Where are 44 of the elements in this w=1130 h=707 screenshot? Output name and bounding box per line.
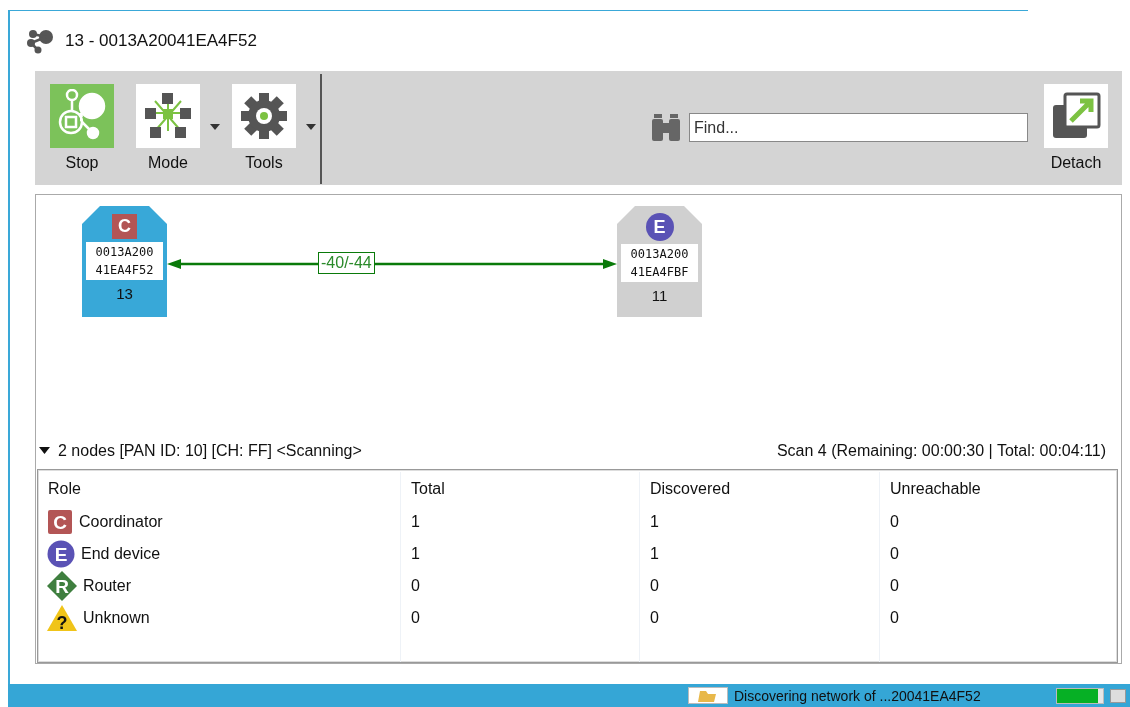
table-cell: 1 — [400, 538, 639, 571]
table-cell: 0 — [400, 570, 639, 603]
table-cell: 1 — [400, 506, 639, 539]
coordinator-icon: C — [112, 214, 137, 239]
table-cell: 0 — [879, 602, 1117, 635]
table-cell: 0 — [400, 602, 639, 635]
coordinator-icon: C — [47, 509, 73, 536]
network-node[interactable]: E 0013A200 41EA4FBF 11 — [617, 206, 702, 317]
window-title: 13 - 0013A20041EA4F52 — [65, 31, 257, 51]
caret-icon[interactable] — [210, 124, 220, 130]
node-id: 13 — [116, 285, 133, 302]
network-icon — [25, 28, 55, 54]
node-address: 0013A200 41EA4FBF — [621, 244, 698, 282]
status-message: Discovering network of ...20041EA4F52 — [734, 687, 982, 704]
table-cell: 0 — [639, 602, 879, 635]
column-header: Total — [400, 472, 639, 507]
scan-status: Scan 4 (Remaining: 00:00:30 | Total: 00:04:11) — [776, 441, 1106, 460]
end-device-icon: E — [645, 213, 674, 241]
role-name: Router — [83, 577, 132, 596]
column-header: Role — [47, 479, 82, 500]
node-id: 11 — [651, 287, 668, 304]
link-label: -40/-44 — [318, 252, 375, 274]
role-name: Coordinator — [79, 513, 163, 532]
router-icon: R — [47, 571, 77, 602]
role-name: End device — [81, 545, 161, 564]
column-header: Unreachable — [879, 472, 1117, 507]
table-cell: 1 — [639, 506, 879, 539]
unknown-icon: ? — [47, 605, 77, 632]
progress-bar — [1056, 687, 1104, 704]
table-cell: 0 — [879, 506, 1117, 539]
network-node[interactable]: C 0013A200 41EA4F52 13 — [82, 206, 167, 317]
table-cell: 0 — [639, 570, 879, 603]
end-device-icon: E — [47, 540, 75, 569]
table-cell: 1 — [639, 538, 879, 571]
search-field[interactable]: Find... — [689, 113, 1028, 142]
table-cell: 0 — [879, 538, 1117, 571]
binoculars-icon — [651, 113, 681, 143]
role-name: Unknown — [83, 609, 150, 628]
network-summary: 2 nodes [PAN ID: 10] [CH: FF] <Scanning> — [58, 441, 362, 460]
node-address: 0013A200 41EA4F52 — [86, 242, 163, 280]
caret-icon[interactable] — [306, 124, 316, 130]
table-cell: 0 — [879, 570, 1117, 603]
column-header: Discovered — [639, 472, 879, 507]
collapse-caret-icon[interactable] — [39, 447, 50, 455]
